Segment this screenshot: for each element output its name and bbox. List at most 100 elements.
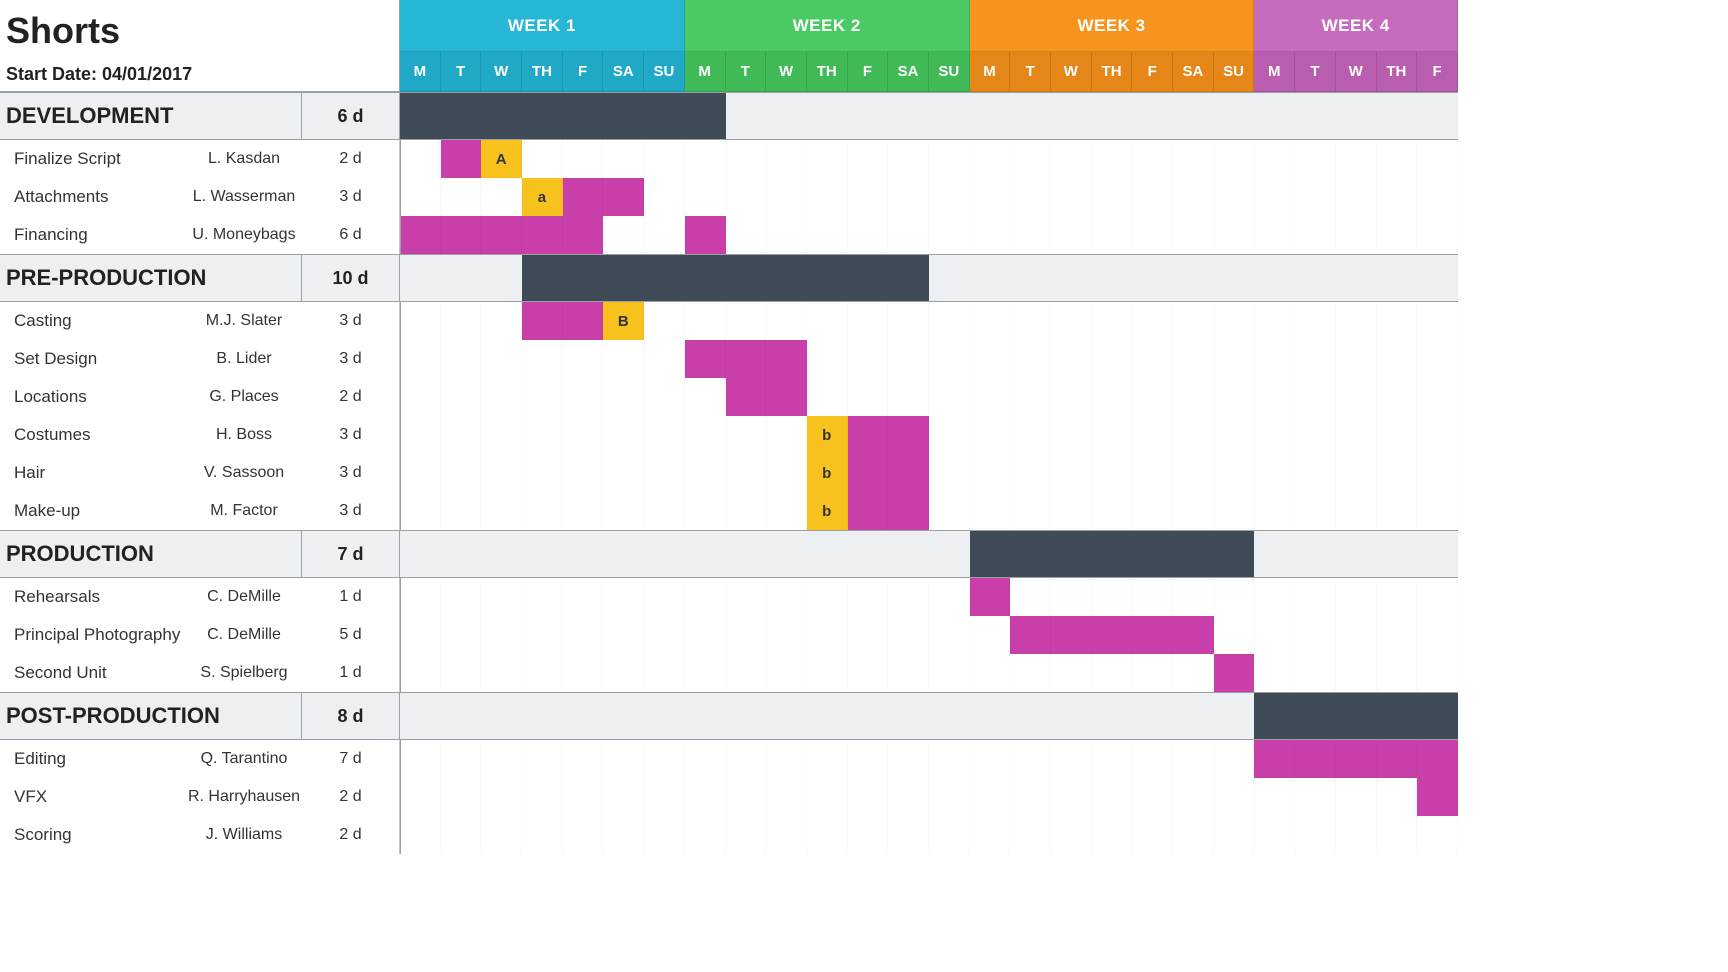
task-cell — [1336, 816, 1377, 854]
task-cell — [807, 340, 848, 378]
section-bar-cell — [1051, 531, 1092, 577]
task-cell — [603, 654, 644, 692]
task-cell — [1254, 616, 1295, 654]
task-cell — [481, 654, 522, 692]
task-cell — [563, 216, 604, 254]
task-cell — [726, 178, 767, 216]
milestone-cell: b — [807, 454, 848, 492]
task-cell — [441, 740, 482, 778]
section-bar-cell — [888, 93, 929, 139]
task-cell — [1051, 492, 1092, 530]
task-cell — [1295, 378, 1336, 416]
task-cell — [603, 140, 644, 178]
task-cell — [1377, 492, 1418, 530]
task-cell — [970, 654, 1011, 692]
section-bar-cell — [1214, 93, 1255, 139]
task-cell — [1336, 740, 1377, 778]
task-cell — [970, 578, 1011, 616]
section-bar-cell — [848, 693, 889, 739]
task-cell — [1336, 178, 1377, 216]
task-cell — [522, 616, 563, 654]
task-cell — [888, 740, 929, 778]
milestone-cell: b — [807, 492, 848, 530]
task-cell — [726, 492, 767, 530]
task-name: Scoring — [0, 816, 186, 854]
task-cell — [481, 816, 522, 854]
task-cell — [1377, 216, 1418, 254]
week-label: WEEK 1 — [508, 16, 576, 36]
task-cell — [807, 740, 848, 778]
task-cell — [400, 340, 441, 378]
section-row: PRE-PRODUCTION10 d — [0, 254, 1458, 302]
task-cell — [929, 740, 970, 778]
week-header-4: WEEK 4 — [1254, 0, 1457, 52]
task-cell — [481, 492, 522, 530]
task-cell — [644, 416, 685, 454]
task-row: Make-upM. Factor3 db — [0, 492, 1458, 530]
task-cell — [522, 378, 563, 416]
section-bar-cell — [848, 255, 889, 301]
task-cell — [970, 740, 1011, 778]
day-header: SA — [1173, 52, 1214, 92]
task-cell — [644, 492, 685, 530]
day-label: TH — [1102, 63, 1122, 80]
section-bar-cell — [1051, 693, 1092, 739]
task-cell — [685, 778, 726, 816]
task-cell — [1092, 816, 1133, 854]
task-cell — [1010, 816, 1051, 854]
section-bar-cell — [766, 693, 807, 739]
task-cell — [400, 616, 441, 654]
task-cell — [685, 616, 726, 654]
task-owner: M. Factor — [186, 492, 302, 530]
day-header: TH — [1092, 52, 1133, 92]
task-owner: M.J. Slater — [186, 302, 302, 340]
task-name: Second Unit — [0, 654, 186, 692]
section-bar-cell — [726, 255, 767, 301]
section-bar-cell — [1010, 531, 1051, 577]
task-cell — [726, 378, 767, 416]
section-bar-cell — [644, 531, 685, 577]
task-cell — [1214, 816, 1255, 854]
task-cell — [1132, 492, 1173, 530]
task-cell — [1295, 654, 1336, 692]
task-cell — [848, 816, 889, 854]
section-duration: 10 d — [302, 255, 400, 301]
task-cell — [1254, 140, 1295, 178]
task-cell — [522, 740, 563, 778]
task-cell — [400, 654, 441, 692]
task-duration: 3 d — [302, 492, 400, 530]
section-name: POST-PRODUCTION — [0, 693, 302, 739]
task-cell — [1377, 302, 1418, 340]
task-cell — [400, 178, 441, 216]
day-label: SU — [654, 63, 675, 80]
task-cell — [481, 302, 522, 340]
task-cell — [888, 654, 929, 692]
task-name: Financing — [0, 216, 186, 254]
task-cell — [1214, 140, 1255, 178]
task-cell — [848, 378, 889, 416]
task-cell — [563, 178, 604, 216]
task-cell — [603, 778, 644, 816]
task-cell — [441, 778, 482, 816]
task-cell — [400, 302, 441, 340]
section-bar-cell — [1417, 255, 1458, 301]
task-cell — [848, 416, 889, 454]
task-cell — [929, 654, 970, 692]
task-owner: V. Sassoon — [186, 454, 302, 492]
task-cell — [644, 216, 685, 254]
task-name: Editing — [0, 740, 186, 778]
task-cell — [1295, 216, 1336, 254]
section-bar-cell — [807, 255, 848, 301]
section-bar-cell — [970, 93, 1011, 139]
task-cell — [1336, 616, 1377, 654]
day-header: F — [563, 52, 604, 92]
section-bar-cell — [1295, 93, 1336, 139]
task-cell — [766, 778, 807, 816]
task-cell — [1051, 178, 1092, 216]
task-cell — [603, 740, 644, 778]
task-cell — [888, 616, 929, 654]
section-bar-cell — [848, 93, 889, 139]
task-cell — [1051, 416, 1092, 454]
day-label: F — [578, 63, 587, 80]
task-cell — [1214, 378, 1255, 416]
